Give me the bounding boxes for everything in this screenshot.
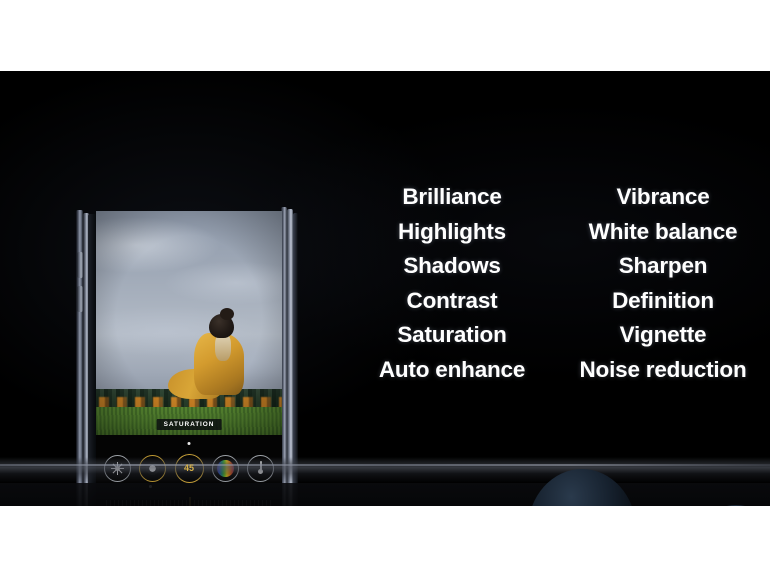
feature-item: Shadows (403, 253, 501, 278)
stage-video-frame: SATURATION 45 Brilliance Highlights Shad… (0, 71, 770, 506)
feature-item: Sharpen (618, 253, 708, 278)
feature-list-right-column: Vibrance White balance Sharpen Definitio… (556, 180, 770, 387)
adjustment-name-label: SATURATION (156, 419, 222, 430)
feature-item: White balance (588, 218, 738, 244)
feature-item: Noise reduction (579, 356, 747, 382)
saturation-value-label: 45 (183, 463, 194, 473)
feature-item: Vibrance (616, 184, 710, 209)
stage-floor-highlight-line (0, 464, 770, 466)
stage-foreground-shadow (0, 483, 770, 506)
feature-item: Auto enhance (378, 356, 526, 382)
feature-item: Vignette (619, 322, 707, 347)
keynote-slide-screenshot: SATURATION 45 Brilliance Highlights Shad… (0, 0, 770, 578)
letterbox-bar-bottom (0, 506, 770, 578)
letterbox-bar-top (0, 0, 770, 71)
feature-lists: Brilliance Highlights Shadows Contrast S… (352, 180, 770, 387)
feature-item: Highlights (398, 218, 506, 244)
edited-photo[interactable]: SATURATION (96, 211, 282, 435)
photo-subject-hair-bun (220, 308, 234, 320)
feature-item: Brilliance (402, 184, 502, 209)
feature-item: Saturation (397, 322, 507, 347)
carousel-dot-top (187, 442, 191, 445)
feature-list-left-column: Brilliance Highlights Shadows Contrast S… (352, 180, 552, 387)
feature-item: Definition (612, 287, 714, 313)
stage-floor-edge (0, 457, 770, 483)
feature-item: Contrast (406, 287, 498, 313)
